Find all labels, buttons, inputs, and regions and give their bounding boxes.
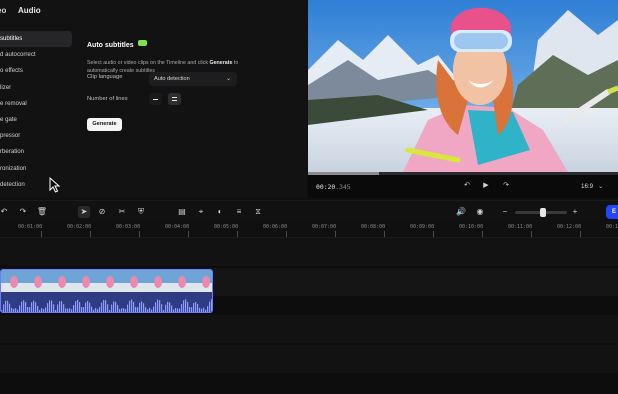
clip-language-select[interactable]: Auto detection ⌄ bbox=[149, 72, 237, 86]
timeline-track[interactable] bbox=[0, 238, 618, 266]
zoom-slider[interactable] bbox=[515, 208, 567, 217]
list-item-subtitles[interactable]: subtitles bbox=[0, 31, 72, 48]
crop-icon[interactable]: ⌖ bbox=[195, 206, 207, 218]
number-of-lines-label: Number of lines bbox=[87, 96, 128, 102]
ruler-tick bbox=[90, 231, 91, 237]
ruler-tick bbox=[237, 231, 238, 237]
ruler-time-label: 00:05:00 bbox=[214, 224, 239, 230]
video-preview: 00:20.345 ↶ ▶ ↷ 16:9 ⌄ bbox=[308, 0, 618, 198]
timecode-ms: .345 bbox=[335, 183, 351, 191]
list-item-compressor[interactable]: pressor bbox=[0, 128, 72, 144]
ruler-tick bbox=[482, 231, 483, 237]
list-item-noise-gate[interactable]: e gate bbox=[0, 112, 72, 128]
ruler-time-label: 00:09:00 bbox=[410, 224, 435, 230]
split-scissors-icon[interactable]: ✂ bbox=[116, 206, 128, 218]
delete-icon[interactable]: 🗑 bbox=[36, 206, 48, 218]
zoom-out-icon[interactable]: − bbox=[499, 206, 511, 218]
ruler-tick bbox=[384, 231, 385, 237]
ruler-tick bbox=[139, 231, 140, 237]
video-still-image bbox=[308, 0, 618, 172]
timeline-tracks bbox=[0, 238, 618, 394]
aspect-ratio-select[interactable]: 16:9 bbox=[581, 183, 593, 190]
scrubber-progress bbox=[308, 172, 380, 175]
chevron-down-icon: ⌄ bbox=[225, 76, 231, 82]
tab-video[interactable]: eo bbox=[0, 6, 6, 15]
panel-tabs: eo Audio bbox=[0, 0, 307, 22]
list-item-noise-removal[interactable]: e removal bbox=[0, 96, 72, 112]
magnet-icon[interactable]: ◉ bbox=[474, 206, 486, 218]
adjust-icon[interactable]: ≡ bbox=[233, 206, 245, 218]
timecode-main: 00:20 bbox=[316, 183, 336, 191]
ruler-tick bbox=[580, 231, 581, 237]
ruler-tick bbox=[188, 231, 189, 237]
ruler-tick bbox=[41, 231, 42, 237]
ruler-time-label: 00:11:00 bbox=[508, 224, 533, 230]
timecode: 00:20.345 bbox=[316, 183, 351, 191]
desc-text: Select audio or video clips on the Timel… bbox=[87, 60, 210, 66]
ruler-time-label: 00:04:00 bbox=[165, 224, 190, 230]
volume-icon[interactable]: 🔊 bbox=[455, 206, 467, 218]
transition-icon[interactable]: ⧖ bbox=[252, 206, 264, 218]
audio-tools-panel: eo Audio subtitles d autocorrect o effec… bbox=[0, 0, 307, 198]
playback-scrubber[interactable] bbox=[308, 172, 618, 175]
desc-bold: Generate bbox=[209, 60, 233, 66]
clip-audio-waveform bbox=[1, 292, 212, 312]
timeline-toolbar: ↶ ↷ 🗑 ➤ ⊘ ✂ ⛨ ▤ ⌖ ◐ ≡ ⧖ 🔊 ◉ − + E bbox=[0, 200, 618, 222]
auto-subtitles-settings: Auto subtitles Select audio or video cli… bbox=[87, 34, 297, 131]
ruler-tick bbox=[433, 231, 434, 237]
list-item-detection[interactable]: detection bbox=[0, 177, 72, 193]
clip-language-value: Auto detection bbox=[154, 76, 190, 82]
generate-button[interactable]: Generate bbox=[87, 118, 122, 131]
subtitles-icon[interactable]: ▤ bbox=[176, 206, 188, 218]
rewind-icon[interactable]: ↶ bbox=[461, 180, 473, 192]
clip-language-label: Clip language bbox=[87, 74, 123, 80]
select-tool-icon[interactable]: ➤ bbox=[78, 206, 90, 218]
export-button[interactable]: E bbox=[606, 205, 618, 219]
tab-audio[interactable]: Audio bbox=[18, 6, 41, 15]
disable-icon[interactable]: ⊘ bbox=[96, 206, 108, 218]
single-line-option[interactable] bbox=[149, 93, 162, 105]
ruler-time-label: 00:1 bbox=[606, 224, 618, 230]
timeline-ruler[interactable]: 00:01:00 00:02:00 00:03:00 00:04:00 00:05:00… bbox=[0, 222, 618, 238]
list-item-equalizer[interactable]: lizer bbox=[0, 80, 72, 96]
ai-badge bbox=[137, 40, 147, 46]
list-item-reverberation[interactable]: rberation bbox=[0, 144, 72, 160]
ruler-tick bbox=[531, 231, 532, 237]
video-clip[interactable] bbox=[0, 269, 213, 313]
play-icon[interactable]: ▶ bbox=[480, 180, 492, 192]
audio-tool-list: subtitles d autocorrect o effects lizer … bbox=[0, 31, 72, 193]
settings-title: Auto subtitles bbox=[87, 42, 134, 49]
zoom-in-icon[interactable]: + bbox=[569, 206, 581, 218]
zoom-slider-thumb[interactable] bbox=[540, 208, 547, 217]
speed-icon[interactable]: ◐ bbox=[214, 206, 226, 218]
ruler-time-label: 00:12:00 bbox=[557, 224, 582, 230]
timeline-track[interactable] bbox=[0, 345, 618, 373]
double-line-option[interactable] bbox=[168, 93, 181, 105]
chevron-down-icon: ⌄ bbox=[598, 183, 604, 190]
ruler-time-label: 00:08:00 bbox=[361, 224, 386, 230]
mouse-cursor-icon bbox=[49, 177, 61, 193]
list-item-synchronization[interactable]: ronization bbox=[0, 161, 72, 177]
undo-icon[interactable]: ↶ bbox=[0, 206, 10, 218]
timeline-track[interactable] bbox=[0, 315, 618, 343]
redo-icon[interactable]: ↷ bbox=[17, 206, 29, 218]
ruler-time-label: 00:02:00 bbox=[67, 224, 92, 230]
ruler-time-label: 00:03:00 bbox=[116, 224, 141, 230]
list-item-autocorrect[interactable]: d autocorrect bbox=[0, 47, 72, 63]
clip-thumbnails bbox=[1, 270, 212, 292]
ruler-time-label: 00:07:00 bbox=[312, 224, 337, 230]
forward-icon[interactable]: ↷ bbox=[500, 180, 512, 192]
shield-icon[interactable]: ⛨ bbox=[135, 206, 147, 218]
ruler-time-label: 00:10:00 bbox=[459, 224, 484, 230]
ruler-tick bbox=[335, 231, 336, 237]
ruler-tick bbox=[286, 231, 287, 237]
list-item-effects[interactable]: o effects bbox=[0, 63, 72, 79]
video-frame[interactable] bbox=[308, 0, 618, 172]
ruler-time-label: 00:01:00 bbox=[18, 224, 43, 230]
ruler-time-label: 00:06:00 bbox=[263, 224, 288, 230]
